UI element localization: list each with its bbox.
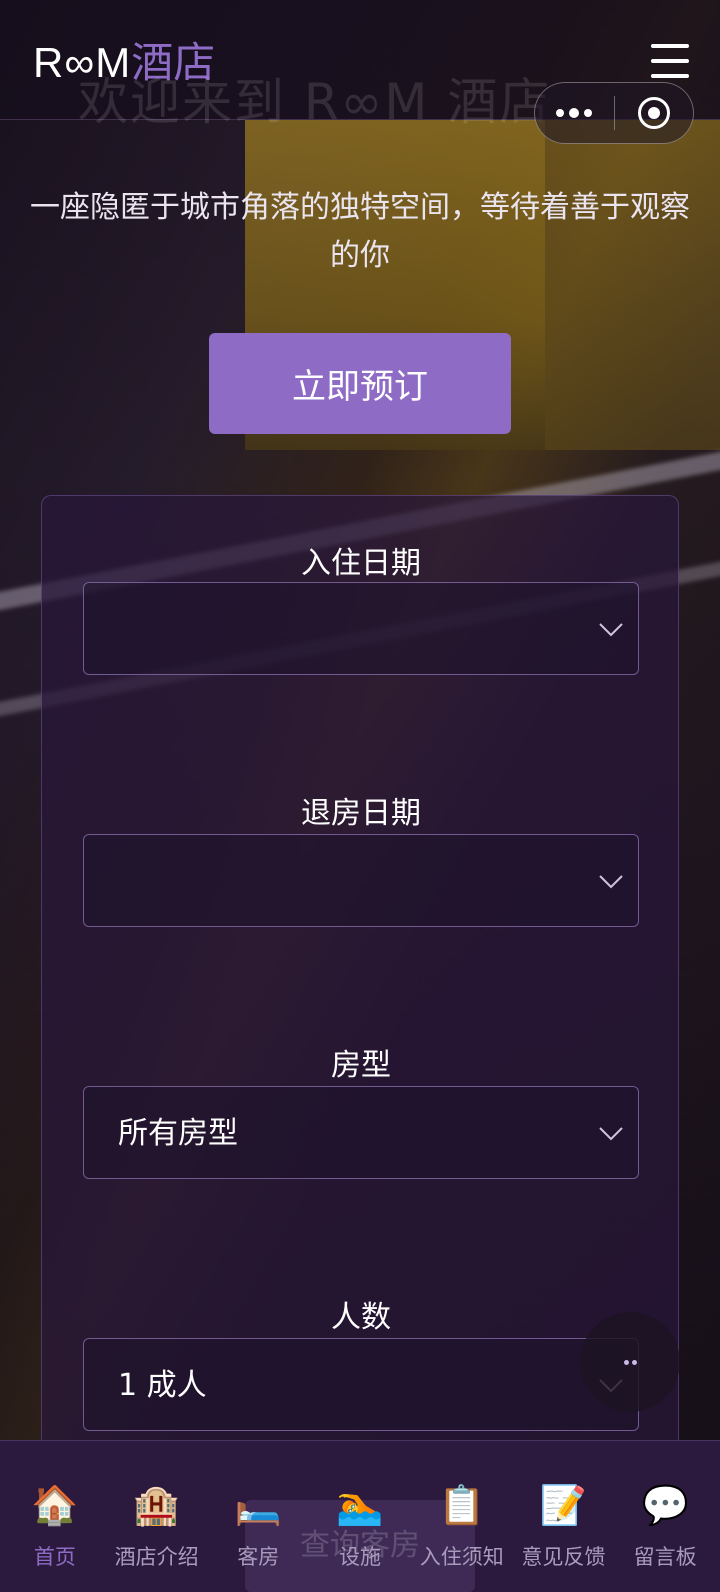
home-icon: 🏠: [31, 1483, 79, 1527]
guests-label: 人数: [331, 1300, 391, 1335]
tab-label: 酒店介绍: [114, 1545, 199, 1569]
tab-rooms[interactable]: 🛏️ 客房: [207, 1441, 309, 1592]
hero-subtitle: 一座隐匿于城市角落的独特空间，等待着善于观察的你: [30, 190, 690, 273]
tab-label: 设施: [339, 1545, 382, 1569]
bed-icon: 🛏️: [234, 1483, 282, 1527]
tab-label: 入住须知: [419, 1545, 504, 1569]
chat-dots-icon: [623, 1359, 637, 1365]
miniprogram-capsule: [534, 82, 694, 144]
tab-label: 首页: [33, 1545, 76, 1569]
room-type-value: 所有房型: [118, 1116, 238, 1151]
book-now-button[interactable]: 立即预订: [209, 333, 511, 434]
chevron-down-icon: [598, 868, 624, 894]
chevron-down-icon: [598, 616, 624, 642]
tab-home[interactable]: 🏠 首页: [4, 1441, 106, 1592]
speech-bubble-icon: 💬: [641, 1483, 689, 1527]
checkin-label: 入住日期: [301, 546, 421, 581]
background-welcome-title: 欢迎来到 R∞M 酒店: [78, 73, 552, 131]
tab-feedback[interactable]: 📝 意见反馈: [513, 1441, 615, 1592]
clipboard-icon: 📋: [438, 1483, 486, 1527]
tab-label: 意见反馈: [521, 1545, 606, 1569]
floating-chat-button[interactable]: [580, 1312, 680, 1412]
tab-facilities[interactable]: 🏊 设施: [309, 1441, 411, 1592]
guests-value: 1 成人: [118, 1368, 207, 1403]
room-type-label: 房型: [331, 1048, 391, 1083]
tab-label: 客房: [237, 1545, 280, 1569]
hotel-icon: 🏨: [132, 1483, 181, 1527]
room-type-select[interactable]: 所有房型: [83, 1086, 639, 1179]
menu-icon[interactable]: [651, 44, 689, 78]
tab-label: 留言板: [633, 1545, 697, 1569]
checkout-label: 退房日期: [301, 796, 421, 831]
close-miniprogram-icon[interactable]: [615, 83, 694, 143]
tab-message-board[interactable]: 💬 留言板: [614, 1441, 716, 1592]
memo-icon: 📝: [539, 1483, 588, 1527]
more-options-icon[interactable]: [535, 83, 614, 143]
chevron-down-icon: [598, 1120, 624, 1146]
swimmer-icon: 🏊: [336, 1483, 384, 1527]
guests-select[interactable]: 1 成人: [83, 1338, 639, 1431]
tab-hotel-intro[interactable]: 🏨 酒店介绍: [106, 1441, 208, 1592]
tab-checkin-notice[interactable]: 📋 入住须知: [411, 1441, 513, 1592]
checkin-date-select[interactable]: [83, 582, 639, 675]
background-photo-window-right: [545, 120, 720, 450]
bottom-tab-bar: 🏠 首页 🏨 酒店介绍 🛏️ 客房 🏊 设施 📋 入住须知 📝 意见反馈 💬 留…: [0, 1440, 720, 1592]
checkout-date-select[interactable]: [83, 834, 639, 927]
booking-panel: 入住日期 退房日期 房型 所有房型 人数 1 成人: [41, 495, 679, 1475]
